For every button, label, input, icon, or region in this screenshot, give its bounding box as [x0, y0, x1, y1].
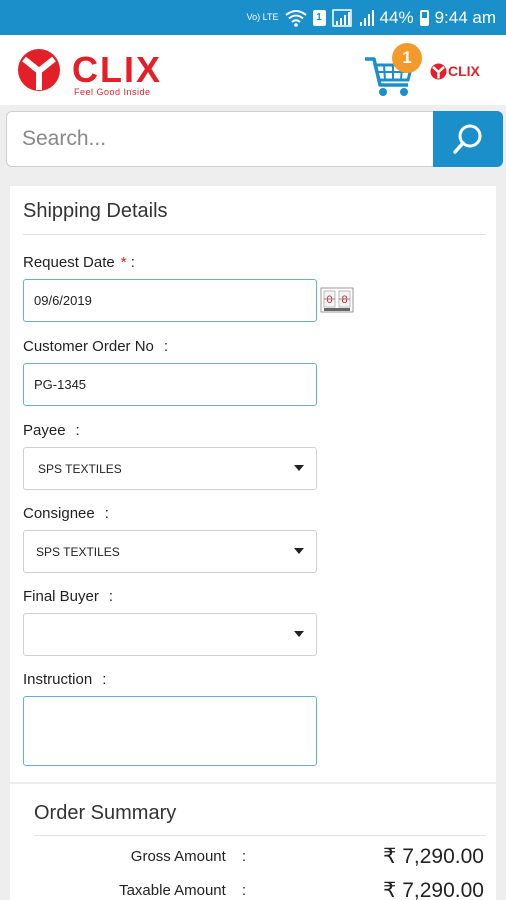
divider: [23, 234, 486, 235]
app-header: CLIX Feel Good Inside 1 CLIX: [0, 35, 506, 105]
wifi-icon: [284, 9, 307, 27]
calendar-picker-button[interactable]: 0 8: [320, 286, 354, 314]
search-button[interactable]: [433, 111, 503, 167]
instruction-textarea[interactable]: [23, 696, 317, 766]
consignee-label: Consignee:: [23, 505, 109, 522]
colon: :: [104, 505, 109, 522]
brand-name: CLIX: [72, 49, 163, 90]
colon: :: [163, 338, 169, 355]
summary-label: Gross Amount:: [131, 848, 246, 865]
request-date-value: 09/6/2019: [34, 293, 92, 308]
signal-icon: [331, 8, 354, 27]
colon: :: [75, 422, 80, 439]
gross-amount-value: ₹ 7,290.00: [383, 845, 484, 868]
final-buyer-label-text: Final Buyer: [23, 588, 99, 605]
cart-count-badge: 1: [392, 43, 422, 73]
clix-logo[interactable]: CLIX Feel Good Inside: [10, 43, 205, 97]
dropdown-caret-icon: [294, 631, 304, 637]
summary-row-taxable: Taxable Amount: ₹ 7,290.00: [10, 878, 496, 900]
mini-brand-name: CLIX: [448, 63, 480, 79]
calendar-icon: 0 8: [320, 287, 354, 313]
taxable-amount-value: ₹ 7,290.00: [383, 879, 484, 900]
consignee-label-text: Consignee: [23, 505, 95, 522]
request-date-label-text: Request Date: [23, 254, 115, 271]
summary-label: Taxable Amount:: [119, 882, 246, 899]
brand-tagline: Feel Good Inside: [74, 87, 151, 97]
sim-icon: 1: [312, 9, 326, 26]
search-icon: [453, 124, 482, 154]
divider: [34, 835, 486, 836]
required-marker: *: [120, 254, 127, 271]
colon: :: [108, 588, 114, 605]
shipping-details-card: Shipping Details Request Date * : 09/6/20…: [10, 186, 496, 782]
customer-order-value: PG-1345: [34, 377, 87, 392]
status-bar: Vo) LTE 1 44% 9:44 am: [0, 0, 506, 35]
order-summary-card: Order Summary Gross Amount: ₹ 7,290.00 T…: [10, 784, 496, 900]
payee-value: SPS TEXTILES: [38, 461, 122, 476]
shipping-details-title: Shipping Details: [23, 200, 168, 222]
request-date-label: Request Date * :: [23, 254, 135, 271]
summary-row-gross: Gross Amount: ₹ 7,290.00: [10, 844, 496, 870]
volte-icon: Vo) LTE: [246, 12, 279, 22]
search-bar: [6, 111, 503, 167]
order-summary-title: Order Summary: [34, 802, 177, 824]
gross-amount-label: Gross Amount: [130, 848, 226, 865]
signal-bars-icon: [359, 9, 374, 26]
consignee-value: SPS TEXTILES: [36, 544, 120, 559]
svg-text:8: 8: [341, 294, 347, 306]
instruction-label: Instruction:: [23, 671, 106, 688]
payee-label-text: Payee: [23, 422, 66, 439]
colon: :: [102, 671, 107, 688]
clix-emblem-icon: [18, 49, 60, 91]
search-input[interactable]: [6, 111, 433, 167]
battery-percent: 44%: [379, 7, 414, 27]
customer-order-field[interactable]: PG-1345: [23, 363, 317, 406]
battery-icon: [419, 9, 429, 26]
request-date-field[interactable]: 09/6/2019: [23, 279, 317, 322]
final-buyer-label: Final Buyer:: [23, 588, 113, 605]
svg-text:0: 0: [326, 294, 332, 306]
colon: :: [241, 882, 246, 899]
customer-order-label-text: Customer Order No: [23, 338, 154, 355]
colon: :: [241, 848, 246, 865]
mini-clix-logo: CLIX: [430, 61, 498, 83]
dropdown-caret-icon: [294, 548, 304, 554]
instruction-label-text: Instruction: [23, 671, 93, 688]
taxable-amount-label: Taxable Amount: [119, 882, 226, 899]
payee-select[interactable]: SPS TEXTILES: [23, 447, 317, 490]
clock-time: 9:44 am: [434, 7, 496, 27]
payee-label: Payee:: [23, 422, 80, 439]
dropdown-caret-icon: [294, 465, 304, 471]
colon: :: [130, 254, 135, 271]
final-buyer-select[interactable]: [23, 613, 317, 656]
mini-clix-emblem-icon: [430, 63, 447, 80]
customer-order-label: Customer Order No:: [23, 338, 168, 355]
consignee-select[interactable]: SPS TEXTILES: [23, 530, 317, 573]
